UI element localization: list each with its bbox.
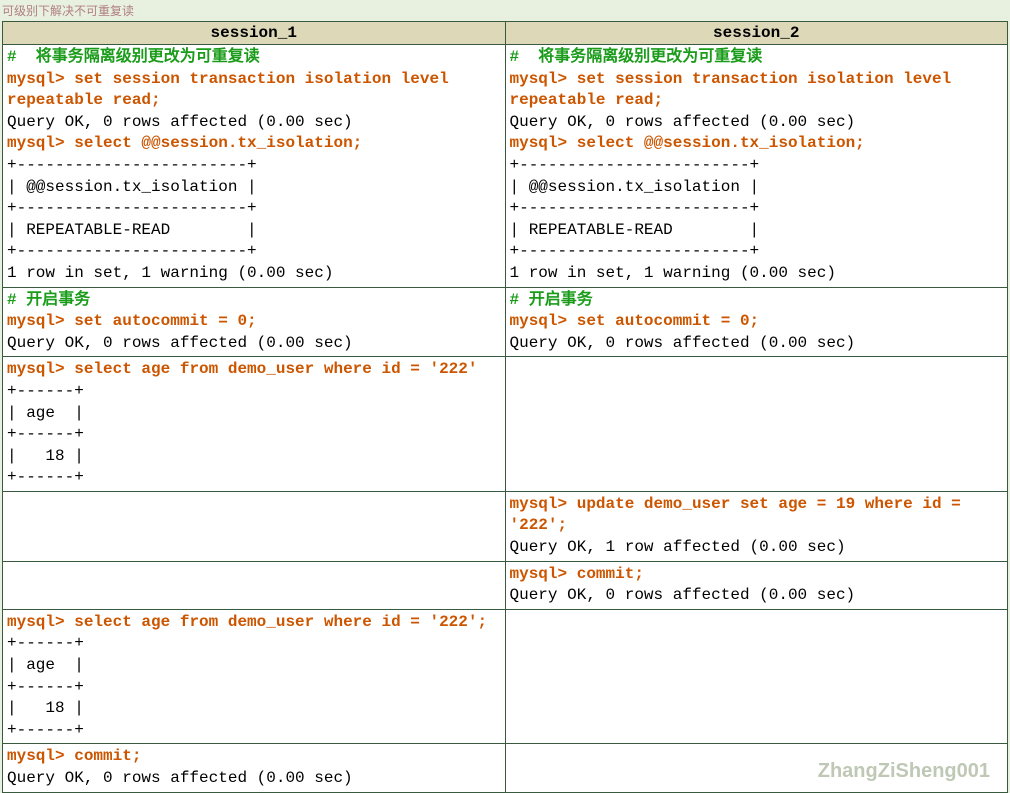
sql-command: commit; bbox=[577, 565, 644, 583]
mysql-prompt: mysql> bbox=[510, 70, 577, 88]
table-row: mysql> select age from demo_user where i… bbox=[3, 609, 1008, 744]
mysql-prompt: mysql> bbox=[7, 134, 74, 152]
table-row: # 开启事务 mysql> set autocommit = 0; Query … bbox=[3, 287, 1008, 357]
cell-s1 bbox=[3, 561, 506, 609]
header-session-1: session_1 bbox=[3, 22, 506, 45]
table-row: mysql> commit; Query OK, 0 rows affected… bbox=[3, 744, 1008, 792]
sql-output: +------------------------+ | @@session.t… bbox=[7, 156, 333, 282]
cell-s2: # 开启事务 mysql> set autocommit = 0; Query … bbox=[505, 287, 1008, 357]
mysql-prompt: mysql> bbox=[7, 747, 74, 765]
sql-command: set autocommit = 0; bbox=[74, 312, 256, 330]
cell-s1 bbox=[3, 491, 506, 561]
cell-s2: mysql> commit; Query OK, 0 rows affected… bbox=[505, 561, 1008, 609]
mysql-prompt: mysql> bbox=[7, 613, 74, 631]
sql-command: select age from demo_user where id = '22… bbox=[74, 613, 487, 631]
sql-command: set autocommit = 0; bbox=[577, 312, 759, 330]
sql-output: +------+ | age | +------+ | 18 | +------… bbox=[7, 382, 84, 486]
sql-output: Query OK, 0 rows affected (0.00 sec) bbox=[7, 769, 353, 787]
table-row: mysql> select age from demo_user where i… bbox=[3, 357, 1008, 492]
cell-s1: mysql> select age from demo_user where i… bbox=[3, 357, 506, 492]
header-session-2: session_2 bbox=[505, 22, 1008, 45]
mysql-prompt: mysql> bbox=[510, 495, 577, 513]
table-row: mysql> update demo_user set age = 19 whe… bbox=[3, 491, 1008, 561]
mysql-prompt: mysql> bbox=[510, 312, 577, 330]
mysql-prompt: mysql> bbox=[510, 565, 577, 583]
sql-comment: # 将事务隔离级别更改为可重复读 bbox=[510, 48, 763, 66]
sql-output: Query OK, 0 rows affected (0.00 sec) bbox=[510, 586, 856, 604]
cell-s1: # 将事务隔离级别更改为可重复读 mysql> set session tran… bbox=[3, 45, 506, 288]
sql-command: set session transaction isolation level … bbox=[7, 70, 458, 110]
sql-comment: # 将事务隔离级别更改为可重复读 bbox=[7, 48, 260, 66]
cell-s1: mysql> select age from demo_user where i… bbox=[3, 609, 506, 744]
sql-output: Query OK, 0 rows affected (0.00 sec) bbox=[510, 334, 856, 352]
cell-s2 bbox=[505, 357, 1008, 492]
sql-output: +------+ | age | +------+ | 18 | +------… bbox=[7, 634, 84, 738]
mysql-prompt: mysql> bbox=[7, 360, 74, 378]
mysql-prompt: mysql> bbox=[7, 312, 74, 330]
sql-command: set session transaction isolation level … bbox=[510, 70, 961, 110]
sql-command: commit; bbox=[74, 747, 141, 765]
cell-s2 bbox=[505, 609, 1008, 744]
sql-comment: # 开启事务 bbox=[7, 291, 90, 309]
cell-s2 bbox=[505, 744, 1008, 792]
sql-command: select age from demo_user where id = '22… bbox=[74, 360, 477, 378]
sql-output: +------------------------+ | @@session.t… bbox=[510, 156, 836, 282]
cell-s2: # 将事务隔离级别更改为可重复读 mysql> set session tran… bbox=[505, 45, 1008, 288]
sql-comment: # 开启事务 bbox=[510, 291, 593, 309]
cell-s1: mysql> commit; Query OK, 0 rows affected… bbox=[3, 744, 506, 792]
cell-s2: mysql> update demo_user set age = 19 whe… bbox=[505, 491, 1008, 561]
table-row: mysql> commit; Query OK, 0 rows affected… bbox=[3, 561, 1008, 609]
sql-output: Query OK, 1 row affected (0.00 sec) bbox=[510, 538, 846, 556]
mysql-prompt: mysql> bbox=[7, 70, 74, 88]
sql-command: update demo_user set age = 19 where id =… bbox=[510, 495, 971, 535]
sql-output: Query OK, 0 rows affected (0.00 sec) bbox=[7, 113, 353, 131]
sql-command: select @@session.tx_isolation; bbox=[577, 134, 865, 152]
table-row: # 将事务隔离级别更改为可重复读 mysql> set session tran… bbox=[3, 45, 1008, 288]
sql-output: Query OK, 0 rows affected (0.00 sec) bbox=[510, 113, 856, 131]
session-comparison-table: session_1 session_2 # 将事务隔离级别更改为可重复读 mys… bbox=[2, 21, 1008, 793]
page-top-hint: 可级别下解决不可重复读 bbox=[0, 0, 1010, 21]
sql-command: select @@session.tx_isolation; bbox=[74, 134, 362, 152]
mysql-prompt: mysql> bbox=[510, 134, 577, 152]
sql-output: Query OK, 0 rows affected (0.00 sec) bbox=[7, 334, 353, 352]
cell-s1: # 开启事务 mysql> set autocommit = 0; Query … bbox=[3, 287, 506, 357]
